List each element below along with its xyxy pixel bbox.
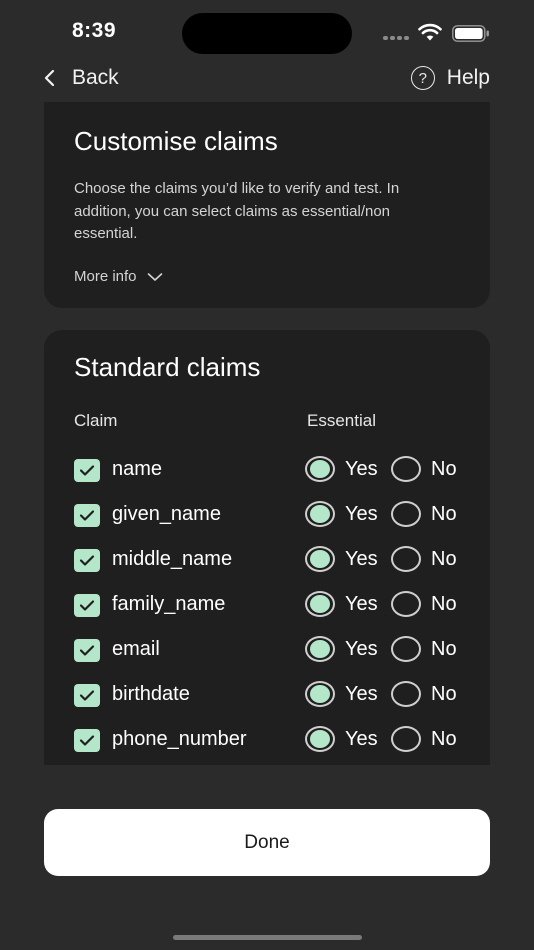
claim-name: family_name	[112, 593, 226, 615]
no-label: No	[431, 548, 457, 570]
claim-name: name	[112, 458, 163, 480]
claim-checkbox[interactable]	[74, 504, 100, 527]
check-icon	[79, 735, 95, 746]
essential-no-radio[interactable]	[391, 546, 421, 572]
check-icon	[79, 555, 95, 566]
essential-yes-radio[interactable]	[305, 726, 335, 752]
claim-name: phone_number	[112, 728, 247, 750]
wifi-icon	[418, 23, 442, 41]
navigation-bar: Back ? Help	[0, 60, 534, 96]
standard-claims-card: Standard claims Claim Essential name Yes…	[44, 330, 490, 765]
yes-label: Yes	[345, 593, 378, 615]
essential-no-radio[interactable]	[391, 501, 421, 527]
check-icon	[79, 465, 95, 476]
claim-checkbox[interactable]	[74, 549, 100, 572]
essential-yes-radio[interactable]	[305, 501, 335, 527]
help-label: Help	[446, 66, 490, 89]
column-header-essential: Essential	[307, 411, 376, 430]
yes-label: Yes	[345, 638, 378, 660]
essential-yes-radio[interactable]	[305, 456, 335, 482]
claim-checkbox[interactable]	[74, 729, 100, 752]
intro-description: Choose the claims you’d like to verify a…	[74, 180, 400, 242]
check-icon	[79, 645, 95, 656]
yes-label: Yes	[345, 548, 378, 570]
claim-row: email Yes No	[44, 630, 490, 670]
battery-icon	[452, 25, 489, 42]
no-label: No	[431, 638, 457, 660]
essential-yes-radio[interactable]	[305, 636, 335, 662]
claim-row: family_name Yes No	[44, 585, 490, 625]
claim-name: given_name	[112, 503, 221, 525]
home-indicator[interactable]	[173, 935, 362, 940]
essential-no-radio[interactable]	[391, 681, 421, 707]
back-label: Back	[72, 66, 119, 89]
claim-name: middle_name	[112, 548, 233, 570]
yes-label: Yes	[345, 503, 378, 525]
claim-checkbox[interactable]	[74, 639, 100, 662]
dynamic-island	[182, 13, 352, 54]
essential-yes-radio[interactable]	[305, 681, 335, 707]
done-button[interactable]: Done	[44, 809, 490, 876]
claim-row: phone_number Yes No	[44, 720, 490, 760]
yes-label: Yes	[345, 683, 378, 705]
chevron-down-icon	[147, 272, 162, 281]
claim-checkbox[interactable]	[74, 684, 100, 707]
status-time: 8:39	[72, 19, 117, 42]
question-circle-icon: ?	[410, 66, 435, 90]
essential-no-radio[interactable]	[391, 726, 421, 752]
no-label: No	[431, 593, 457, 615]
yes-label: Yes	[345, 728, 378, 750]
help-button[interactable]: ? Help	[410, 62, 490, 94]
check-icon	[79, 690, 95, 701]
signal-icon	[383, 36, 411, 40]
claim-checkbox[interactable]	[74, 459, 100, 482]
essential-no-radio[interactable]	[391, 456, 421, 482]
intro-title: Customise claims	[74, 126, 278, 156]
claim-checkbox[interactable]	[74, 594, 100, 617]
check-icon	[79, 600, 95, 611]
essential-no-radio[interactable]	[391, 636, 421, 662]
no-label: No	[431, 503, 457, 525]
no-label: No	[431, 728, 457, 750]
claim-row: birthdate Yes No	[44, 675, 490, 715]
essential-no-radio[interactable]	[391, 591, 421, 617]
no-label: No	[431, 683, 457, 705]
back-button[interactable]: Back	[40, 62, 119, 94]
claim-name: email	[112, 638, 160, 660]
intro-card: Customise claims Choose the claims you’d…	[44, 102, 490, 308]
column-header-claim: Claim	[74, 411, 118, 430]
claim-row: name Yes No	[44, 450, 490, 490]
claim-row: given_name Yes No	[44, 495, 490, 535]
status-bar: 8:39	[0, 0, 534, 60]
claim-row: middle_name Yes No	[44, 540, 490, 580]
claims-title: Standard claims	[74, 352, 261, 382]
claim-name: birthdate	[112, 683, 190, 705]
no-label: No	[431, 458, 457, 480]
yes-label: Yes	[345, 458, 378, 480]
check-icon	[79, 510, 95, 521]
essential-yes-radio[interactable]	[305, 591, 335, 617]
chevron-left-icon	[44, 69, 55, 87]
more-info-label: More info	[74, 268, 137, 285]
essential-yes-radio[interactable]	[305, 546, 335, 572]
more-info-toggle[interactable]: More info	[74, 268, 163, 285]
